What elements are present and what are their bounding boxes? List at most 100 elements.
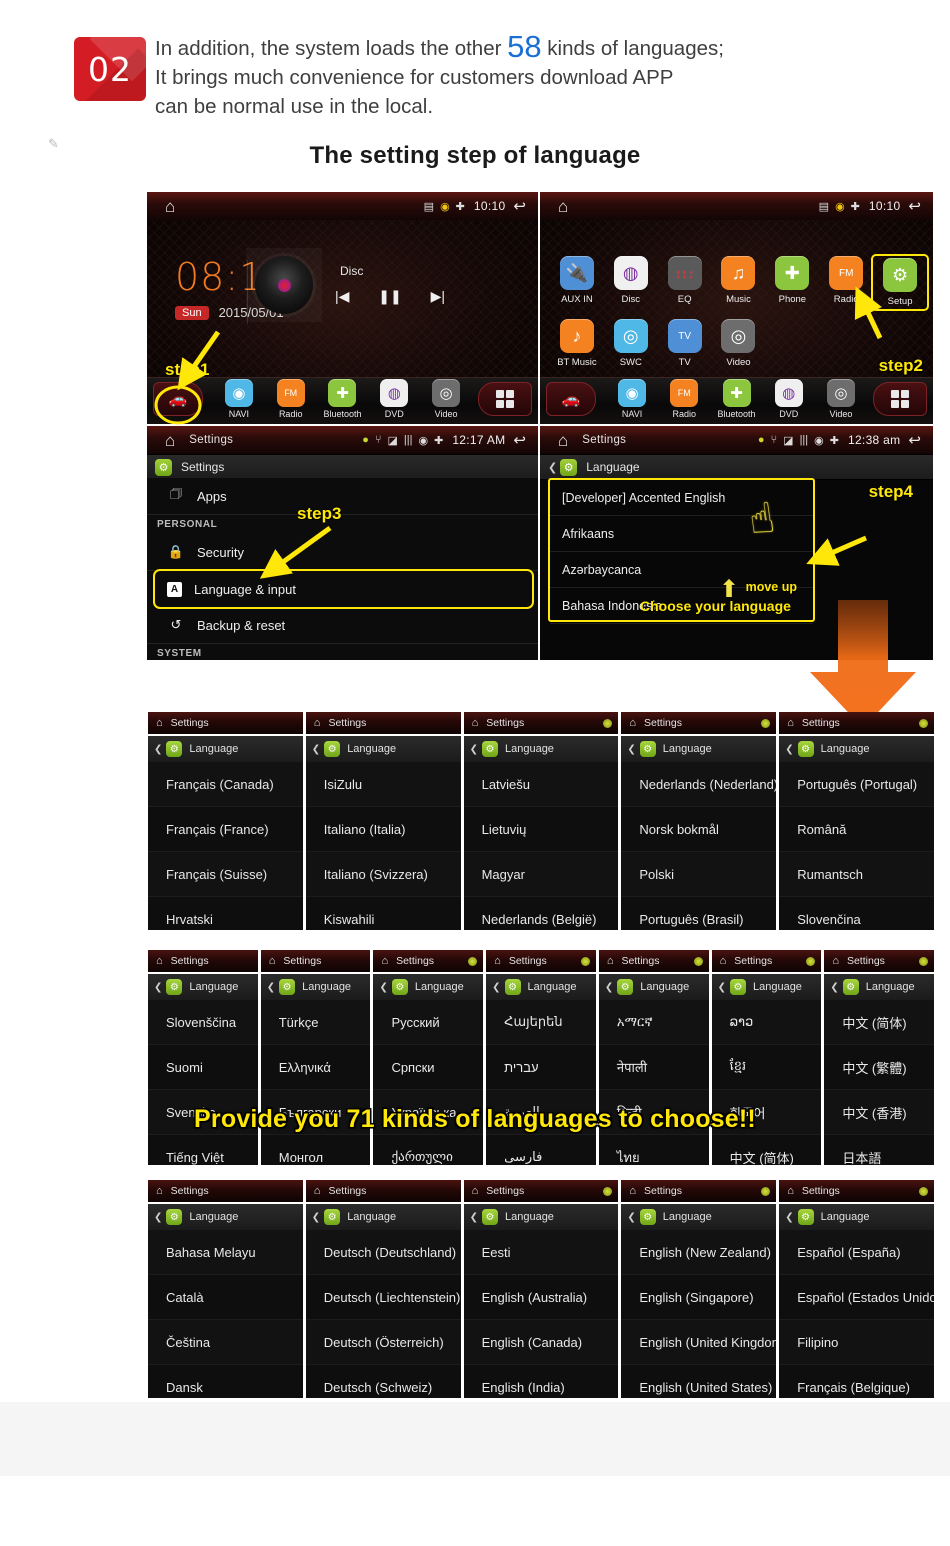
car-button[interactable]: 🚗 xyxy=(153,382,203,416)
home-icon[interactable]: ⌂ xyxy=(156,955,163,967)
home-icon[interactable]: ⌂ xyxy=(607,955,614,967)
language-list-item[interactable]: Español (Estados Unidos) xyxy=(779,1275,934,1320)
chevron-left-icon[interactable]: ❮ xyxy=(470,1212,478,1223)
dock-item-navi[interactable]: ◉ NAVI xyxy=(606,379,658,424)
language-list-item[interactable]: Монгол xyxy=(260,1135,371,1165)
app-disc[interactable]: ◍ Disc xyxy=(604,256,658,309)
language-list-item[interactable]: Русский xyxy=(373,1000,484,1045)
back-icon[interactable]: ↩ xyxy=(513,197,526,215)
chevron-left-icon[interactable]: ❮ xyxy=(605,982,613,993)
language-list-item[interactable]: नेपाली xyxy=(598,1045,709,1090)
chevron-left-icon[interactable]: ❮ xyxy=(267,982,275,993)
dock-item-dvd[interactable]: ◍ DVD xyxy=(763,379,815,424)
dock-item-radio[interactable]: FM Radio xyxy=(658,379,710,424)
all-apps-button[interactable] xyxy=(873,382,927,416)
language-list-item[interactable]: Deutsch (Deutschland) xyxy=(305,1230,461,1275)
home-icon[interactable]: ⌂ xyxy=(472,1185,479,1197)
settings-row-apps[interactable]: 🗇 Apps xyxy=(147,478,538,515)
chevron-left-icon[interactable]: ❮ xyxy=(785,1212,793,1223)
home-icon[interactable]: ⌂ xyxy=(314,1185,321,1197)
language-list-item[interactable]: Deutsch (Österreich) xyxy=(305,1320,461,1365)
home-icon[interactable]: ⌂ xyxy=(381,955,388,967)
language-list-item[interactable]: Norsk bokmål xyxy=(621,807,777,852)
language-list-item[interactable]: 中文 (简体) xyxy=(711,1135,822,1165)
language-list-item[interactable]: Ελληνικά xyxy=(260,1045,371,1090)
back-icon[interactable]: ↩ xyxy=(908,431,921,449)
language-list-item[interactable]: Français (Suisse) xyxy=(148,852,303,897)
language-list-item[interactable]: Français (Canada) xyxy=(148,762,303,807)
home-icon[interactable]: ⌂ xyxy=(787,1185,794,1197)
next-icon[interactable]: ▶| xyxy=(431,288,445,305)
language-list-item[interactable]: English (Australia) xyxy=(463,1275,619,1320)
home-icon[interactable]: ⌂ xyxy=(472,717,479,729)
language-list-item[interactable]: فارسی xyxy=(486,1135,596,1165)
app-video[interactable]: ◎ Video xyxy=(712,319,766,368)
home-icon[interactable]: ⌂ xyxy=(558,432,568,449)
back-icon[interactable]: ↩ xyxy=(908,197,921,215)
chevron-left-icon[interactable]: ❮ xyxy=(379,982,387,993)
home-icon[interactable]: ⌂ xyxy=(314,717,321,729)
language-list-item[interactable]: ខ្មែរ xyxy=(711,1045,822,1090)
app-setup[interactable]: ⚙ Setup xyxy=(871,254,929,311)
language-list-item[interactable]: עברית xyxy=(486,1045,596,1090)
language-list-item[interactable]: Tiếng Việt xyxy=(148,1135,258,1165)
language-list-item[interactable]: Slovenščina xyxy=(148,1000,258,1045)
language-list-item[interactable]: Dansk xyxy=(148,1365,303,1398)
settings-row-security[interactable]: 🔒 Security xyxy=(147,534,538,571)
home-icon[interactable]: ⌂ xyxy=(156,717,163,729)
language-list-item[interactable]: Nederlands (België) xyxy=(463,897,619,930)
home-icon[interactable]: ⌂ xyxy=(629,717,636,729)
dock-item-bluetooth[interactable]: ✚ Bluetooth xyxy=(317,379,369,424)
language-list-item[interactable]: Română xyxy=(779,807,934,852)
settings-row-language-input[interactable]: A Language & input xyxy=(153,569,534,609)
chevron-left-icon[interactable]: ❮ xyxy=(470,744,478,755)
language-list-item[interactable]: Français (Belgique) xyxy=(779,1365,934,1398)
app-bt-music[interactable]: ♪ BT Music xyxy=(550,319,604,368)
language-list-item[interactable]: English (Singapore) xyxy=(621,1275,777,1320)
dock-item-bluetooth[interactable]: ✚ Bluetooth xyxy=(710,379,762,424)
language-list-item[interactable]: IsiZulu xyxy=(305,762,461,807)
chevron-left-icon[interactable]: ❮ xyxy=(627,1212,635,1223)
language-list-item[interactable]: Hrvatski xyxy=(148,897,303,930)
language-list-item[interactable]: Հայերեն xyxy=(486,1000,596,1045)
language-list-item[interactable]: Deutsch (Schweiz) xyxy=(305,1365,461,1398)
home-icon[interactable]: ⌂ xyxy=(832,955,839,967)
language-list-item[interactable]: ລາວ xyxy=(711,1000,822,1045)
language-list-item[interactable]: ไทย xyxy=(598,1135,709,1165)
language-list-item[interactable]: Nederlands (Nederland) xyxy=(621,762,776,807)
pause-icon[interactable]: ❚❚ xyxy=(378,288,401,305)
home-icon[interactable]: ⌂ xyxy=(165,198,175,215)
home-icon[interactable]: ⌂ xyxy=(787,717,794,729)
language-list-item[interactable]: Deutsch (Liechtenstein) xyxy=(305,1275,461,1320)
language-list-item[interactable]: Eesti xyxy=(463,1230,619,1275)
chevron-left-icon[interactable]: ❮ xyxy=(627,744,635,755)
home-icon[interactable]: ⌂ xyxy=(494,955,501,967)
language-list-item[interactable]: Lietuvių xyxy=(463,807,619,852)
dock-item-video[interactable]: ◎ Video xyxy=(815,379,867,424)
car-button[interactable]: 🚗 xyxy=(546,382,596,416)
language-list-item[interactable]: English (United States) xyxy=(621,1365,777,1398)
home-icon[interactable]: ⌂ xyxy=(629,1185,636,1197)
chevron-left-icon[interactable]: ❮ xyxy=(718,982,726,993)
back-icon[interactable]: ↩ xyxy=(513,431,526,449)
language-list-item[interactable]: Português (Brasil) xyxy=(621,897,777,930)
language-list-item[interactable]: Türkçe xyxy=(260,1000,371,1045)
language-list-item[interactable]: 中文 (繁體) xyxy=(824,1045,935,1090)
language-list-item[interactable]: Français (France) xyxy=(148,807,303,852)
language-list-item[interactable]: Slovenčina xyxy=(779,897,934,930)
language-list-item[interactable]: Српски xyxy=(373,1045,484,1090)
home-icon[interactable]: ⌂ xyxy=(269,955,276,967)
chevron-left-icon[interactable]: ❮ xyxy=(830,982,838,993)
app-aux-in[interactable]: 🔌 AUX IN xyxy=(550,256,604,309)
language-list-item[interactable]: Kiswahili xyxy=(305,897,461,930)
language-list-item[interactable]: 中文 (简体) xyxy=(824,1000,935,1045)
home-icon[interactable]: ⌂ xyxy=(165,432,175,449)
prev-icon[interactable]: |◀ xyxy=(335,288,349,305)
chevron-left-icon[interactable]: ❮ xyxy=(548,461,557,474)
app-phone[interactable]: ✚ Phone xyxy=(765,256,819,309)
language-list-item[interactable]: Bahasa Melayu xyxy=(148,1230,303,1275)
language-list-item[interactable]: 日本語 xyxy=(824,1135,935,1165)
all-apps-button[interactable] xyxy=(478,382,532,416)
dock-item-navi[interactable]: ◉ NAVI xyxy=(213,379,265,424)
language-list-item[interactable]: Italiano (Italia) xyxy=(305,807,461,852)
